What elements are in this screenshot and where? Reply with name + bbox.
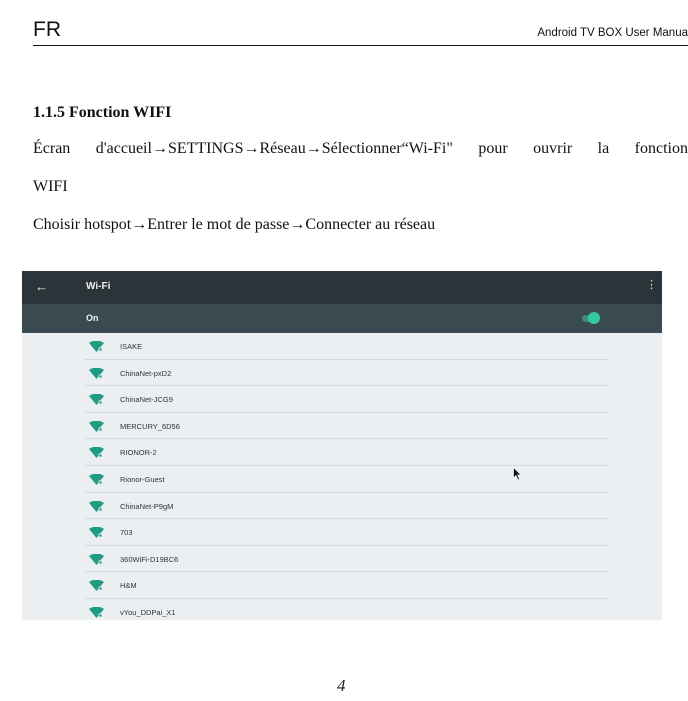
header-language: FR — [33, 18, 61, 41]
wifi-signal-icon — [89, 553, 104, 565]
instruction-paragraph-2: Choisir hotspot→Entrer le mot de passe→C… — [33, 216, 436, 233]
wifi-signal-icon — [89, 606, 104, 618]
network-list-item[interactable]: vYou_DDPai_X1 — [22, 599, 662, 620]
wifi-toggle-row[interactable]: On — [22, 304, 662, 333]
wifi-signal-icon — [89, 341, 104, 352]
page-number: 4 — [337, 676, 346, 695]
network-list-item[interactable]: 703 — [22, 519, 662, 546]
wifi-signal-icon — [89, 420, 104, 432]
section-title: 1.1.5 Fonction WIFI — [33, 104, 172, 121]
more-options-icon[interactable]: ⋮ — [646, 280, 657, 291]
network-list: ISAKE ChinaNet-pxD2 ChinaNet-JCG9 MERCURY_6… — [22, 333, 662, 620]
network-name: ChinaNet-P9gM — [120, 501, 174, 511]
mouse-cursor-icon — [513, 467, 522, 481]
network-list-item[interactable]: 360WiFi-D19BC6 — [22, 546, 662, 573]
wifi-signal-icon — [89, 394, 104, 406]
network-list-item[interactable]: ChinaNet-pxD2 — [22, 360, 662, 387]
network-list-item[interactable]: ChinaNet-P9gM — [22, 493, 662, 520]
network-name: ChinaNet-JCG9 — [120, 395, 173, 405]
network-name: H&M — [120, 581, 137, 591]
wifi-title: Wi-Fi — [86, 281, 111, 292]
header-rule — [33, 45, 688, 46]
wifi-signal-icon — [89, 367, 104, 379]
network-list-item[interactable]: ISAKE — [22, 333, 662, 360]
network-name: vYou_DDPai_X1 — [120, 607, 176, 617]
wifi-signal-icon — [89, 447, 104, 459]
wifi-settings-screenshot: ← Wi-Fi ⋮ On ISAKE ChinaNet-pxD2 ChinaNet-… — [22, 271, 662, 620]
wifi-signal-icon — [89, 500, 104, 512]
wifi-top-bar: ← Wi-Fi ⋮ — [22, 271, 662, 304]
wifi-toggle-knob[interactable] — [588, 312, 600, 324]
network-list-item[interactable]: Rionor-Guest — [22, 466, 662, 493]
network-name: ChinaNet-pxD2 — [120, 368, 172, 378]
network-list-item[interactable]: RIONOR-2 — [22, 439, 662, 466]
network-list-item[interactable]: MERCURY_6D56 — [22, 413, 662, 440]
network-name: 703 — [120, 528, 133, 538]
wifi-signal-icon — [89, 473, 104, 485]
wifi-toggle-label: On — [86, 313, 99, 323]
network-name: Rionor-Guest — [120, 474, 165, 484]
network-name: ISAKE — [120, 342, 143, 351]
wifi-signal-icon — [89, 527, 104, 539]
wifi-signal-icon — [89, 580, 104, 592]
instruction-paragraph-1-continued: WIFI — [33, 178, 68, 195]
network-list-item[interactable]: ChinaNet-JCG9 — [22, 386, 662, 413]
network-name: 360WiFi-D19BC6 — [120, 554, 179, 564]
network-list-item[interactable]: H&M — [22, 572, 662, 599]
network-name: MERCURY_6D56 — [120, 421, 180, 431]
network-name: RIONOR-2 — [120, 448, 157, 458]
header-manual-title: Android TV BOX User Manua — [537, 27, 688, 39]
back-arrow-icon[interactable]: ← — [35, 279, 48, 294]
instruction-paragraph-1: Écran d'accueil→SETTINGS→Réseau→Sélectio… — [33, 140, 688, 157]
